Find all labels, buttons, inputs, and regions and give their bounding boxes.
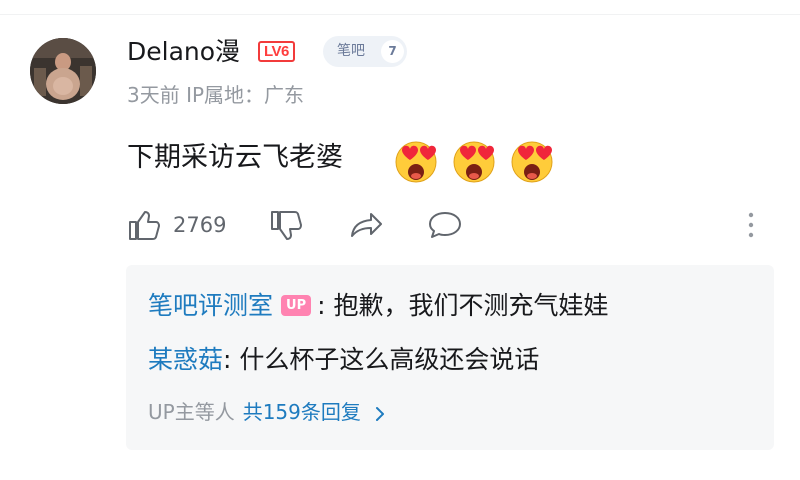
heart-eyes-emoji <box>511 141 553 183</box>
avatar-image <box>30 38 96 104</box>
chevron-right-icon <box>376 406 385 421</box>
fan-badge[interactable]: 笔吧 7 <box>323 36 407 67</box>
level-badge: LV6 <box>258 41 295 62</box>
reply-text: 抱歉，我们不测充气娃娃 <box>333 291 609 320</box>
action-bar: 2769 <box>127 205 777 245</box>
emoji-row <box>392 137 556 185</box>
reply-separator: : <box>317 291 326 320</box>
fan-badge-name: 笔吧 <box>337 43 365 59</box>
reply-icon <box>429 212 461 238</box>
reply-summary-prefix: UP主等人 <box>148 400 235 424</box>
like-button[interactable]: 2769 <box>127 205 226 245</box>
reply-item[interactable]: 某惑菇: 什么杯子这么高级还会说话 <box>148 340 539 380</box>
heart-eyes-emoji <box>453 141 495 183</box>
reply-count-link[interactable]: 共159条回复 <box>243 400 361 424</box>
comment-meta: 3天前 IP属地：广东 <box>127 83 305 107</box>
heart-eyes-emoji <box>395 141 437 183</box>
reply-item[interactable]: 笔吧评测室 UP: 抱歉，我们不测充气娃娃 <box>148 286 609 326</box>
reply-text: 什么杯子这么高级还会说话 <box>239 345 540 374</box>
share-button[interactable] <box>349 205 385 245</box>
view-all-replies[interactable]: UP主等人 共159条回复 <box>148 395 387 429</box>
reply-username[interactable]: 笔吧评测室 <box>148 291 273 320</box>
top-divider <box>0 14 800 15</box>
reply-username[interactable]: 某惑菇 <box>148 345 223 374</box>
thumbs-down-icon <box>271 211 302 240</box>
more-icon <box>748 212 754 238</box>
dislike-button[interactable] <box>269 205 303 245</box>
reply-separator: : <box>223 345 232 374</box>
username[interactable]: Delano漫 <box>127 34 240 70</box>
more-button[interactable] <box>745 205 757 245</box>
comment-text: 下期采访云飞老婆 <box>127 142 343 173</box>
like-count: 2769 <box>173 213 227 237</box>
reply-button[interactable] <box>427 205 463 245</box>
fan-badge-level: 7 <box>381 40 404 63</box>
reply-preview-box[interactable]: 笔吧评测室 UP: 抱歉，我们不测充气娃娃 某惑菇: 什么杯子这么高级还会说话 U… <box>126 265 774 450</box>
avatar[interactable] <box>30 38 96 104</box>
up-badge: UP <box>281 294 312 316</box>
share-icon <box>351 213 382 237</box>
thumbs-up-icon <box>129 211 160 240</box>
